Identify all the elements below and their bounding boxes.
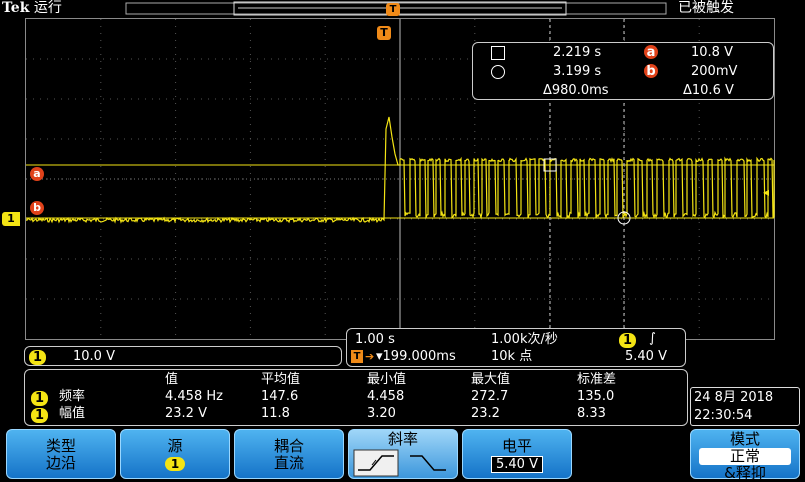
channel-1-badge: 1 [29, 350, 47, 365]
trigger-state: 已被触发 [678, 0, 734, 16]
cursor-a-voltage: 10.8 V [691, 45, 733, 60]
cursor-b-label[interactable]: b [30, 201, 44, 215]
horizontal-scale: 1.00 s [355, 332, 395, 347]
circle-cursor-icon [491, 65, 505, 79]
meas-row-1-value: 4.458 Hz [165, 389, 223, 404]
cursor-2-time: 3.199 s [553, 64, 602, 79]
trigger-position-value: ▾199.000ms [376, 349, 456, 364]
date-time-readout: 24 8月 2018 22:30:54 [690, 387, 800, 426]
softkey-coupling-value: 直流 [273, 454, 304, 472]
meas-row-1-name: 频率 [59, 389, 86, 404]
softkey-type[interactable]: 类型 边沿 [6, 429, 116, 479]
record-trigger-marker: T [386, 3, 400, 16]
header-max: 最大值 [471, 372, 511, 387]
softkey-mode-value: 正常 [699, 448, 791, 465]
header-value: 值 [165, 372, 179, 387]
date: 24 8月 2018 [694, 390, 774, 405]
trigger-channel-badge: 1 [619, 333, 637, 348]
square-cursor-icon [491, 46, 505, 60]
cursor-delta-time: Δ980.0ms [543, 83, 609, 98]
softkey-coupling[interactable]: 耦合 直流 [234, 429, 344, 479]
cursor-delta-voltage: Δ10.6 V [683, 83, 734, 98]
meas-row-1-min: 4.458 [367, 389, 405, 404]
softkey-mode-label: 模式 [729, 430, 760, 448]
softkey-slope-label: 斜率 [387, 430, 418, 448]
softkey-slope[interactable]: 斜率 [348, 429, 458, 479]
softkey-type-label: 类型 [45, 437, 76, 455]
trigger-position-icon: T [351, 350, 363, 363]
trigger-level-value: 5.40 V [625, 349, 667, 364]
softkey-coupling-label: 耦合 [273, 437, 304, 455]
time: 22:30:54 [694, 408, 753, 423]
softkey-type-value: 边沿 [45, 454, 76, 472]
meas-row-2-stddev: 8.33 [577, 406, 606, 421]
softkey-source[interactable]: 源 1 [120, 429, 230, 479]
header-stddev: 标准差 [577, 372, 617, 387]
cursor-b-voltage: 200mV [691, 64, 738, 79]
cursor-1-time: 2.219 s [553, 45, 602, 60]
meas-row-2-max: 23.2 [471, 406, 500, 421]
softkey-level-label: 电平 [501, 437, 532, 455]
arrow-right-icon: ➔ [365, 350, 375, 363]
cursor-a-label[interactable]: a [30, 167, 44, 181]
softkey-source-label: 源 [167, 437, 183, 455]
cursor-b-badge: b [644, 64, 658, 79]
softkey-mode-holdoff: &释抑 [724, 464, 766, 482]
falling-slope-icon [410, 455, 446, 471]
meas-row-2-channel: 1 [31, 408, 49, 423]
meas-row-1-mean: 147.6 [261, 389, 299, 404]
cursor-readout-panel: 2.219 s a 10.8 V 3.199 s b 200mV Δ980.0m… [472, 42, 774, 100]
trigger-position-marker[interactable]: T [377, 26, 391, 40]
meas-row-1-max: 272.7 [471, 389, 509, 404]
channel-scale-readout[interactable]: 1 10.0 V [24, 346, 342, 366]
meas-row-2-mean: 11.8 [261, 406, 290, 421]
rising-edge-icon: ∫ [649, 331, 656, 346]
meas-row-2-value: 23.2 V [165, 406, 207, 421]
header-min: 最小值 [367, 372, 407, 387]
meas-row-1-channel: 1 [31, 391, 49, 406]
meas-row-1-stddev: 135.0 [577, 389, 615, 404]
slope-options [353, 449, 446, 477]
record-length: 10k 点 [491, 349, 533, 364]
channel-1-ground-marker[interactable]: 1 [2, 212, 20, 226]
header-mean: 平均值 [261, 372, 301, 387]
softkey-level[interactable]: 电平 5.40 V [462, 429, 572, 479]
meas-row-2-name: 幅值 [59, 406, 86, 421]
timebase-trigger-readout[interactable]: 1.00 s 1.00k次/秒 1 ∫ T ➔ ▾199.000ms 10k 点… [346, 328, 686, 367]
softkey-mode[interactable]: 模式 正常 &释抑 [690, 429, 800, 482]
cursor-a-badge: a [644, 45, 658, 60]
channel-1-scale: 10.0 V [73, 349, 115, 364]
sample-rate: 1.00k次/秒 [491, 332, 558, 347]
meas-row-2-min: 3.20 [367, 406, 396, 421]
status-bar: Tek 运行 T 已被触发 [0, 0, 805, 18]
softkey-source-value: 1 [164, 457, 186, 471]
measurement-panel[interactable]: 值 平均值 最小值 最大值 标准差 1 频率 4.458 Hz 147.6 4.… [24, 369, 688, 426]
softkey-level-value: 5.40 V [491, 456, 543, 473]
trigger-level-arrow-icon: ◂ [763, 185, 770, 199]
